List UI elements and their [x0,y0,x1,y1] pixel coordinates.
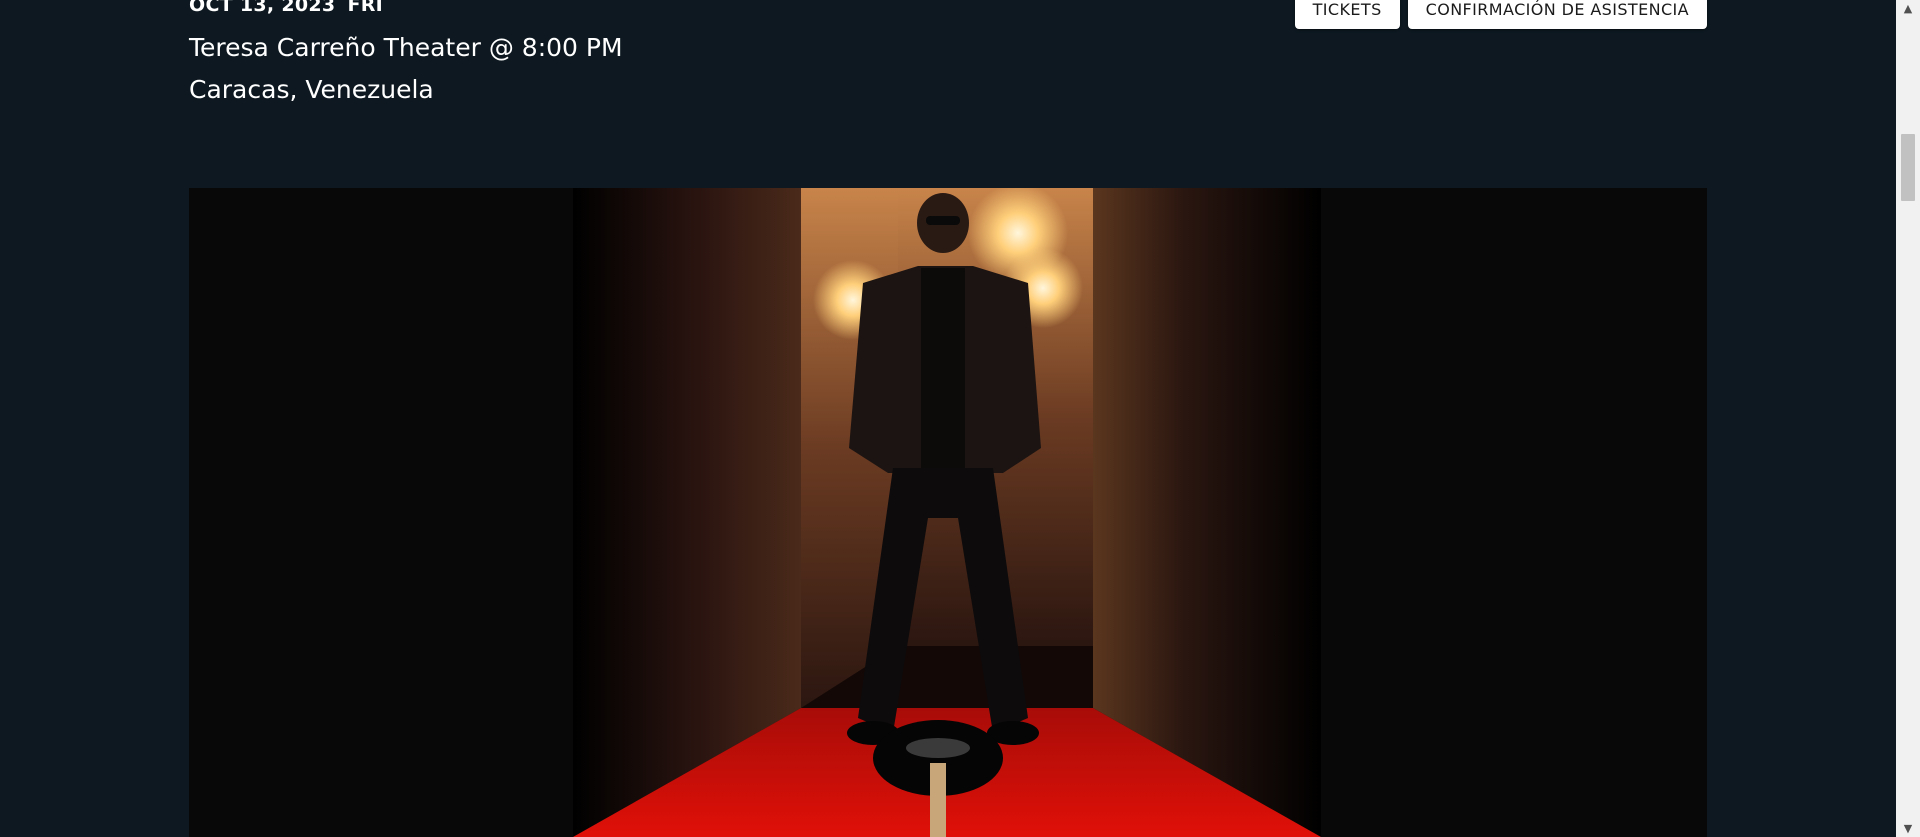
event-date: OCT 13, 2023 [189,0,336,16]
event-location: Caracas, Venezuela [189,75,434,104]
event-weekday: FRI [347,0,384,16]
artist-photo [573,188,1321,837]
chevron-down-icon[interactable]: ▼ [1896,820,1920,837]
event-date-line: OCT 13, 2023 FRI [189,0,383,16]
tickets-button[interactable]: TICKETS [1294,0,1400,29]
event-header: OCT 13, 2023 FRI Teresa Carreño Theater @… [189,0,1707,150]
event-actions: TICKETS CONFIRMACIÓN DE ASISTENCIA [1294,0,1707,29]
event-media [189,188,1707,837]
event-venue: Teresa Carreño Theater @ 8:00 PM [189,33,623,62]
chevron-up-icon[interactable]: ▲ [1896,0,1920,17]
rsvp-button[interactable]: CONFIRMACIÓN DE ASISTENCIA [1407,0,1707,29]
scrollbar[interactable]: ▲ ▼ [1896,0,1920,837]
scrollbar-thumb[interactable] [1901,134,1915,201]
